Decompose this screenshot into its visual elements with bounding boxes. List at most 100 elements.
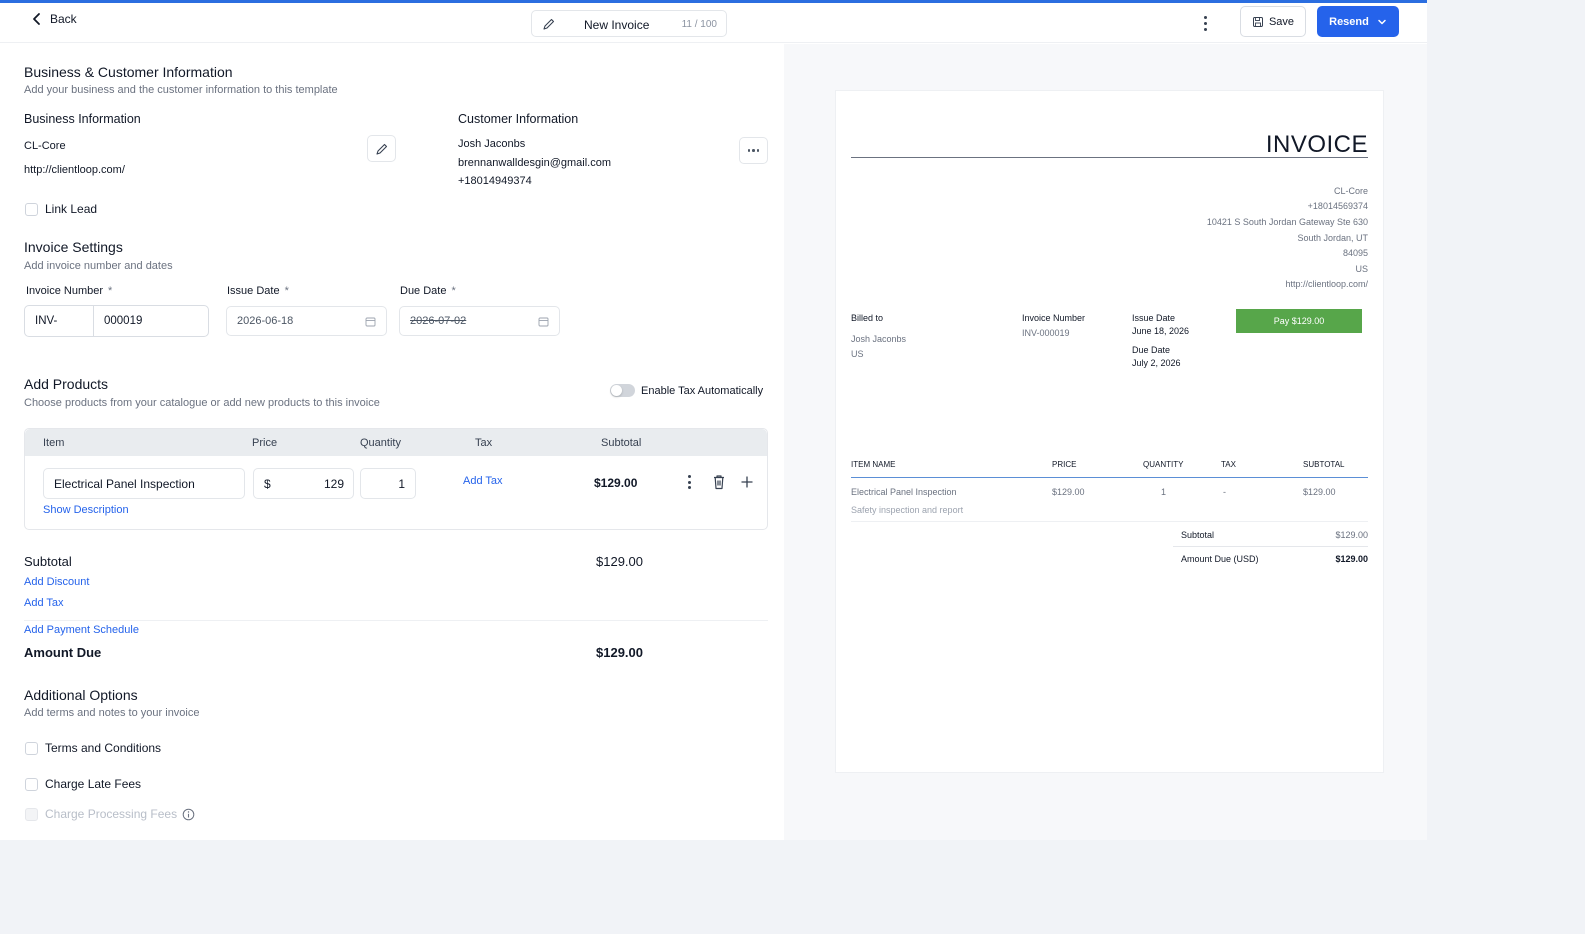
calendar-icon xyxy=(538,317,549,327)
add-payment-schedule-link[interactable]: Add Payment Schedule xyxy=(24,624,139,636)
item-name-input[interactable]: Electrical Panel Inspection xyxy=(43,468,245,499)
issue-date-value: 2026-06-18 xyxy=(237,315,294,327)
due-date-field[interactable]: 2026-07-02 xyxy=(399,306,560,336)
issue-date-label: Issue Date * xyxy=(227,285,289,297)
preview-item-tax: - xyxy=(1223,487,1226,497)
preview-subtotal-value: $129.00 xyxy=(1335,530,1368,540)
terms-checkbox[interactable] xyxy=(25,742,38,755)
title-rule xyxy=(851,157,1368,158)
billed-to-label: Billed to xyxy=(851,313,884,323)
plus-icon[interactable] xyxy=(740,475,754,489)
add-tax-total-link[interactable]: Add Tax xyxy=(24,597,64,609)
price-value: 129 xyxy=(323,477,344,491)
business-url: http://clientloop.com/ xyxy=(24,164,125,176)
late-fees-checkbox[interactable] xyxy=(25,778,38,791)
preview-item-description: Safety inspection and report xyxy=(851,505,964,515)
amount-due-value: $129.00 xyxy=(596,645,643,660)
back-button[interactable]: Back xyxy=(30,12,77,26)
customer-email: brennanwalldesgin@gmail.com xyxy=(458,157,612,169)
invoice-number-field[interactable]: INV- 000019 xyxy=(24,305,209,337)
business-info-heading: Business Information xyxy=(24,112,141,126)
products-table: Item Price Quantity Tax Subtotal Electri… xyxy=(24,428,768,530)
preview-item-quantity: 1 xyxy=(1161,487,1167,497)
item-price-input[interactable]: $ 129 xyxy=(253,468,354,499)
column-header-item: Item xyxy=(43,437,65,449)
more-options-button[interactable] xyxy=(1198,12,1212,34)
additional-options-heading: Additional Options xyxy=(24,687,138,703)
edit-business-button[interactable] xyxy=(367,135,396,162)
preview-business-country: US xyxy=(1355,264,1368,274)
kebab-dot xyxy=(1203,27,1207,31)
link-lead-checkbox[interactable] xyxy=(25,203,38,216)
invoice-form-panel: Business & Customer Information Add your… xyxy=(0,44,784,840)
preview-issue-date-label: Issue Date xyxy=(1132,313,1176,323)
business-customer-heading: Business & Customer Information xyxy=(24,64,233,80)
invoice-title-field[interactable]: New Invoice 11 / 100 xyxy=(531,10,727,37)
item-subtotal: $129.00 xyxy=(594,476,638,490)
business-name: CL-Core xyxy=(24,140,66,152)
item-quantity-input[interactable]: 1 xyxy=(360,468,416,499)
preview-business-street: 10421 S South Jordan Gateway Ste 630 xyxy=(1206,217,1368,227)
invoice-number-input[interactable]: 000019 xyxy=(94,306,208,336)
toggle-knob xyxy=(611,385,622,396)
preview-column-quantity: QUANTITY xyxy=(1143,460,1184,469)
processing-fees-label: Charge Processing Fees xyxy=(45,807,178,821)
enable-tax-label: Enable Tax Automatically xyxy=(641,385,764,397)
link-lead-label: Link Lead xyxy=(45,202,98,216)
save-label: Save xyxy=(1268,15,1295,28)
invoice-preview-title: INVOICE xyxy=(1265,131,1368,158)
invoice-preview-paper: INVOICE CL-Core +18014569374 10421 S Sou… xyxy=(836,91,1383,772)
ellipsis-icon xyxy=(747,149,760,152)
preview-due-date-label: Due Date xyxy=(1132,345,1171,355)
currency-symbol: $ xyxy=(264,477,271,491)
issue-date-field[interactable]: 2026-06-18 xyxy=(226,306,387,336)
calendar-icon xyxy=(365,317,376,327)
preview-column-subtotal: SUBTOTAL xyxy=(1303,460,1345,469)
info-icon[interactable] xyxy=(182,808,195,821)
show-description-link[interactable]: Show Description xyxy=(43,504,129,516)
pay-button[interactable]: Pay $129.00 xyxy=(1236,309,1362,333)
customer-options-button[interactable] xyxy=(739,137,768,164)
preview-business-zip: 84095 xyxy=(1342,248,1368,258)
preview-business-name: CL-Core xyxy=(1333,186,1368,196)
terms-label: Terms and Conditions xyxy=(45,741,162,755)
save-button[interactable]: Save xyxy=(1240,6,1306,37)
preview-item-name: Electrical Panel Inspection xyxy=(851,487,957,497)
add-products-subtitle: Choose products from your catalogue or a… xyxy=(24,397,380,409)
kebab-dot xyxy=(1203,21,1207,25)
pencil-icon xyxy=(543,18,555,30)
kebab-dot xyxy=(1203,15,1207,19)
products-table-header: Item Price Quantity Tax Subtotal xyxy=(25,429,767,456)
preview-summary-rule xyxy=(1173,546,1368,547)
processing-fees-checkbox[interactable] xyxy=(25,808,38,821)
customer-info-heading: Customer Information xyxy=(458,112,579,126)
title-character-count: 11 / 100 xyxy=(681,19,717,30)
invoice-editor-app: Back New Invoice 11 / 100 Save Resend Bu… xyxy=(0,0,1427,840)
add-tax-link[interactable]: Add Tax xyxy=(463,475,503,487)
additional-options-subtitle: Add terms and notes to your invoice xyxy=(24,707,200,719)
due-date-label: Due Date * xyxy=(400,285,456,297)
back-label: Back xyxy=(50,12,77,26)
invoice-prefix[interactable]: INV- xyxy=(25,306,94,336)
preview-issue-date: June 18, 2026 xyxy=(1132,326,1190,336)
invoice-settings-subtitle: Add invoice number and dates xyxy=(24,260,173,272)
enable-tax-toggle[interactable] xyxy=(610,384,635,397)
column-header-quantity: Quantity xyxy=(360,437,401,449)
late-fees-label: Charge Late Fees xyxy=(45,777,142,791)
due-date-value: 2026-07-02 xyxy=(410,315,467,327)
preview-table-header-rule xyxy=(851,477,1368,478)
pencil-icon xyxy=(375,143,387,155)
add-discount-link[interactable]: Add Discount xyxy=(24,576,89,588)
subtotal-label: Subtotal xyxy=(24,554,72,569)
preview-business-url: http://clientloop.com/ xyxy=(1285,279,1368,289)
preview-business-phone: +18014569374 xyxy=(1307,201,1368,211)
preview-column-item-name: ITEM NAME xyxy=(851,460,896,469)
preview-invoice-number: INV-000019 xyxy=(1022,328,1070,338)
preview-subtotal-label: Subtotal xyxy=(1181,530,1215,540)
invoice-settings-heading: Invoice Settings xyxy=(24,239,123,255)
column-header-tax: Tax xyxy=(475,437,493,449)
resend-button[interactable]: Resend xyxy=(1317,6,1399,37)
trash-icon[interactable] xyxy=(712,474,726,490)
row-options-button[interactable] xyxy=(685,475,693,491)
preview-due-date: July 2, 2026 xyxy=(1132,358,1181,368)
